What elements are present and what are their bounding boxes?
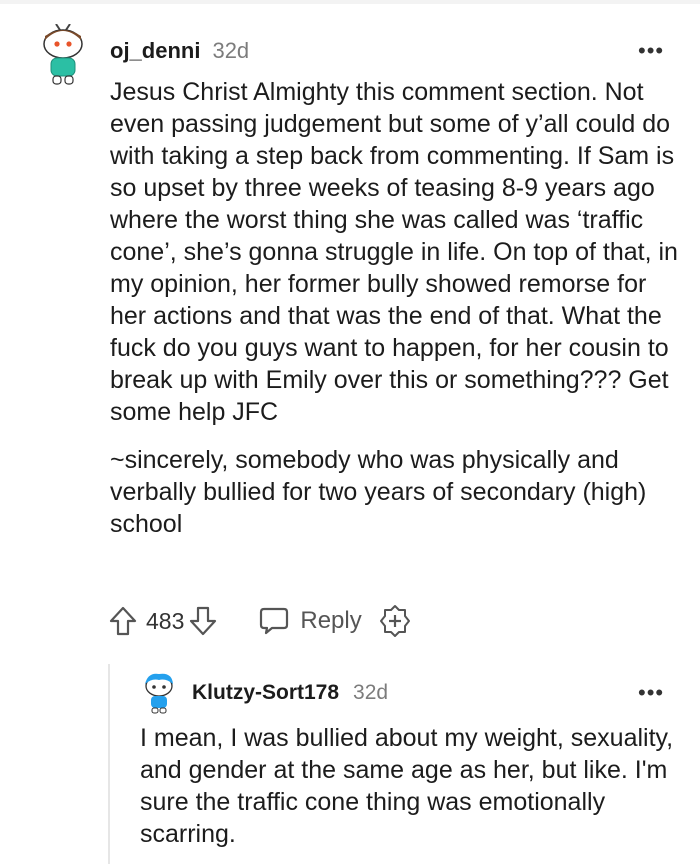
downvote-arrow-icon[interactable] xyxy=(188,605,218,637)
comment-body: Jesus Christ Almighty this comment secti… xyxy=(110,76,685,556)
speech-bubble-icon xyxy=(260,607,289,635)
top-divider xyxy=(0,0,700,4)
comment-actions: 483 Reply xyxy=(108,603,412,639)
comment-paragraph-2: ~sincerely, somebody who was physically … xyxy=(110,446,647,538)
comment-age: 32d xyxy=(212,38,250,63)
comment-meta: oj_denni 32d xyxy=(110,38,249,64)
upvote-arrow-icon[interactable] xyxy=(108,605,138,637)
reply-age: 32d xyxy=(353,681,389,704)
reply-text: I mean, I was bullied about my weight, s… xyxy=(140,724,674,848)
vote-score: 483 xyxy=(146,607,185,634)
more-options-icon[interactable]: ••• xyxy=(638,40,664,62)
reply-label: Reply xyxy=(300,607,362,634)
reply-username[interactable]: Klutzy-Sort178 xyxy=(192,681,339,705)
reply-body: I mean, I was bullied about my weight, s… xyxy=(140,722,685,850)
reply-meta: Klutzy-Sort178 32d xyxy=(192,681,388,705)
more-options-icon[interactable]: ••• xyxy=(638,682,664,704)
award-plus-icon[interactable] xyxy=(378,604,412,638)
comment-username[interactable]: oj_denni xyxy=(110,38,200,64)
snoo-avatar-icon[interactable] xyxy=(36,24,92,86)
thread-line[interactable] xyxy=(108,664,110,864)
comment-paragraph-1: Jesus Christ Almighty this comment secti… xyxy=(110,78,678,426)
reply-button[interactable]: Reply xyxy=(258,606,362,636)
snoo-avatar-icon[interactable] xyxy=(140,672,178,714)
